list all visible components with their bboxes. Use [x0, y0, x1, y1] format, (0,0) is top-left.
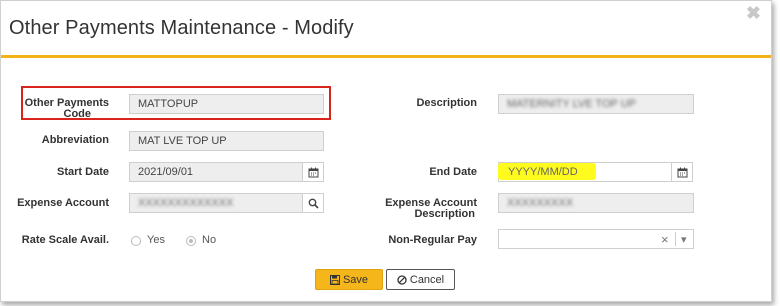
dialog-title: Other Payments Maintenance - Modify [9, 17, 354, 39]
search-icon[interactable] [302, 193, 324, 213]
chevron-down-icon[interactable]: ▾ [681, 233, 687, 246]
other-payments-modify-dialog: Other Payments Maintenance - Modify ✖ Ot… [0, 0, 772, 302]
expense-account-description-field[interactable]: XXXXXXXXX [498, 193, 694, 213]
code-field[interactable]: MATTOPUP [129, 94, 324, 114]
save-button[interactable]: Save [315, 269, 383, 290]
rate-scale-label: Rate Scale Avail. [21, 234, 109, 246]
clear-icon[interactable]: × [661, 232, 669, 247]
non-regular-pay-label: Non-Regular Pay [388, 234, 477, 246]
select-divider [675, 232, 676, 246]
description-label: Description [416, 97, 477, 109]
end-date-label: End Date [429, 166, 477, 178]
cancel-label: Cancel [409, 273, 445, 286]
expense-account-description-label: Expense Account Description [385, 197, 477, 220]
start-date-label: Start Date [57, 166, 109, 178]
abbreviation-label: Abbreviation [41, 134, 109, 146]
description-field[interactable]: MATERNITY LVE TOP UP [498, 94, 694, 114]
calendar-icon[interactable] [302, 162, 324, 182]
calendar-icon[interactable] [671, 162, 693, 182]
start-date-field[interactable]: 2021/09/01 [129, 162, 303, 182]
description-value: MATERNITY LVE TOP UP [507, 98, 636, 110]
end-date-placeholder: YYYY/MM/DD [508, 166, 578, 178]
expense-account-description-value: XXXXXXXXX [507, 197, 574, 209]
floppy-icon [329, 274, 340, 285]
expense-account-label: Expense Account [17, 197, 109, 209]
expense-account-field[interactable]: XXXXXXXXXXXXX [129, 193, 303, 213]
close-icon[interactable]: ✖ [746, 3, 761, 24]
abbreviation-field[interactable]: MAT LVE TOP UP [129, 131, 324, 151]
rate-scale-yes-radio[interactable] [131, 236, 141, 246]
save-label: Save [342, 273, 369, 286]
rate-scale-no-radio[interactable] [186, 236, 196, 246]
rate-scale-no-label: No [202, 234, 217, 246]
dialog-header: Other Payments Maintenance - Modify ✖ [1, 1, 771, 58]
expense-account-value: XXXXXXXXXXXXX [138, 197, 234, 209]
rate-scale-yes-label: Yes [147, 234, 165, 246]
code-label: Other Payments Code [24, 97, 109, 120]
ban-icon [397, 274, 407, 285]
cancel-button[interactable]: Cancel [386, 269, 455, 290]
